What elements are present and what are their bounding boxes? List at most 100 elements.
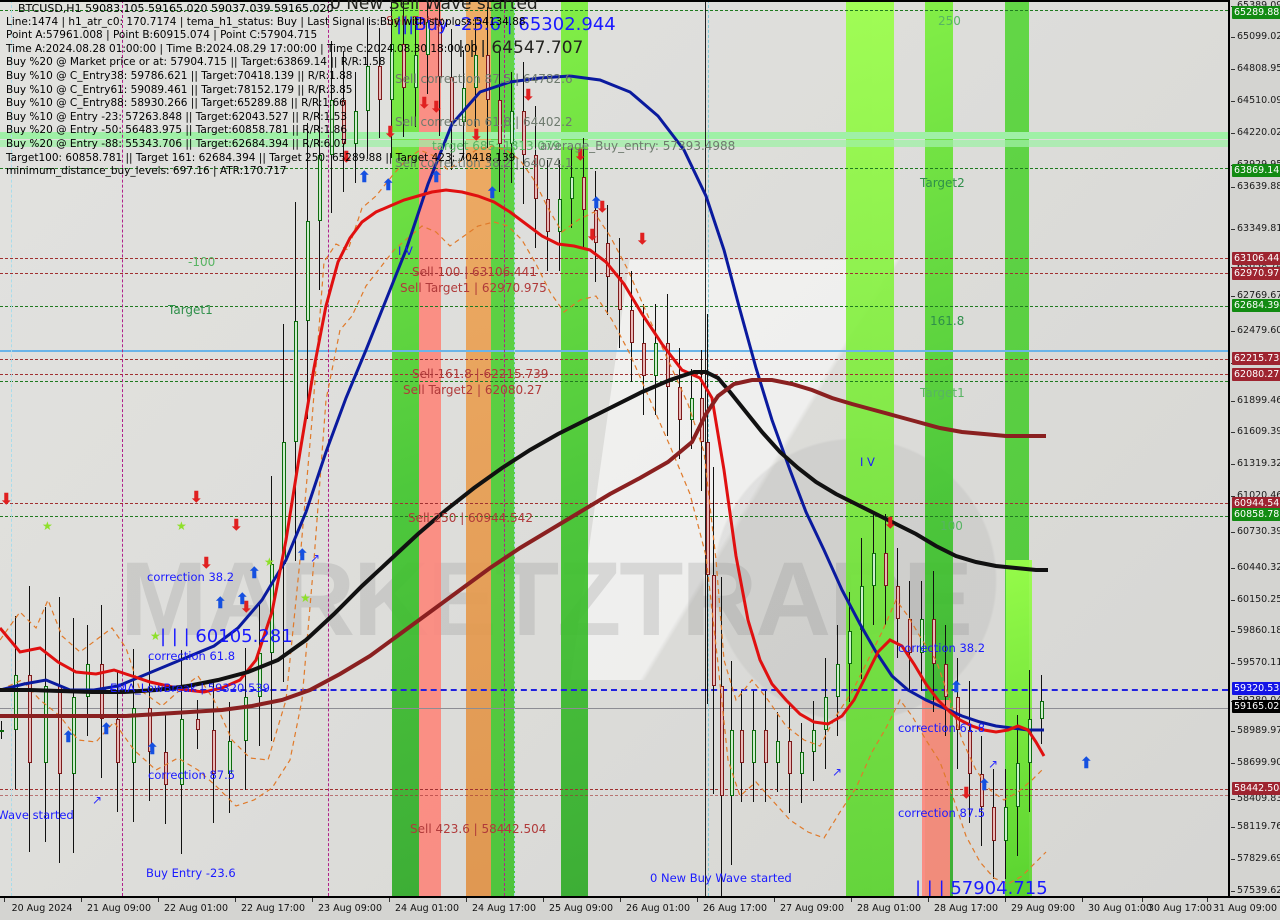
level-line-62215 xyxy=(0,359,1228,360)
sell-signal-arrow-icon: ⬇ xyxy=(586,227,599,244)
level-line-58442 xyxy=(0,789,1228,790)
time-axis[interactable]: 20 Aug 2024 21 Aug 09:00 22 Aug 01:00 22 Au… xyxy=(0,896,1280,920)
price-tick: 58699.900 xyxy=(1230,757,1280,768)
candle xyxy=(212,681,216,823)
candle xyxy=(836,624,840,736)
price-tag-red[interactable]: 58442.504 xyxy=(1232,782,1280,795)
buy-signal-arrow-icon: ⬆ xyxy=(214,595,227,612)
candle xyxy=(1004,768,1008,880)
candle xyxy=(700,349,704,492)
annotation-sell-100: Sell 100 | 63106.441 xyxy=(412,265,537,279)
candle xyxy=(800,723,804,804)
price-tick: 58119.760 xyxy=(1230,821,1280,832)
candle xyxy=(44,607,48,842)
price-tag-red[interactable]: 62215.739 xyxy=(1232,352,1280,365)
price-tag-green[interactable]: 63869.140 xyxy=(1232,164,1280,177)
info-row-6: Buy %10 @ C_Entry88: 58930.266 || Target… xyxy=(6,97,346,110)
price-tag-red[interactable]: 63106.441 xyxy=(1232,252,1280,265)
info-row-2: Time A:2024.08.28 01:00:00 | Time B:2024… xyxy=(6,42,478,55)
candle xyxy=(740,691,744,802)
info-row-11: minimum_distance_buy_levels: 697.16 | AT… xyxy=(6,165,287,178)
price-tag-red[interactable]: 62080.273 xyxy=(1232,368,1280,381)
time-tick xyxy=(4,898,5,902)
trend-arrow-icon: ↗ xyxy=(988,757,999,771)
time-label: 29 Aug 09:00 xyxy=(1010,903,1076,914)
price-tag-black[interactable]: 59165.020 xyxy=(1232,700,1280,713)
time-label: 26 Aug 01:00 xyxy=(625,903,691,914)
time-tick xyxy=(774,898,775,902)
candle xyxy=(752,691,756,802)
price-tag-red[interactable]: 62970.975 xyxy=(1232,267,1280,280)
candle xyxy=(992,768,996,880)
candle xyxy=(630,271,634,382)
time-tick xyxy=(1082,898,1083,902)
candle xyxy=(1028,670,1032,812)
price-tick: 64510.090 xyxy=(1230,95,1280,106)
info-rows: Line:1474 | h1_atr_c0: 170.7174 | tema_h… xyxy=(4,16,526,179)
annotation-buy-wave-started-left: 0 New Buy Wave started xyxy=(0,808,74,822)
time-label: 31 Aug 09:00 xyxy=(1212,903,1278,914)
level-line-62970 xyxy=(0,273,1228,274)
candle xyxy=(956,658,960,769)
candle xyxy=(706,314,710,704)
price-tag-green[interactable]: 65289.880 xyxy=(1232,6,1280,19)
star-marker-icon: ★ xyxy=(176,519,187,533)
candle xyxy=(1016,714,1020,857)
price-tick: 63639.880 xyxy=(1230,181,1280,192)
sell-signal-arrow-icon: ⬇ xyxy=(960,785,973,802)
annotation-corr-875-right: correction 87.5 xyxy=(898,806,986,820)
buy-signal-arrow-icon: ⬆ xyxy=(296,547,309,564)
time-tick xyxy=(543,898,544,902)
annotation-neg-100: -100 xyxy=(188,255,216,269)
price-tick: 58989.970 xyxy=(1230,725,1280,736)
time-tick xyxy=(697,898,698,902)
candle xyxy=(196,700,200,749)
info-row-4: Buy %10 @ C_Entry38: 59786.621 || Target… xyxy=(6,69,353,82)
candle xyxy=(606,204,610,316)
candle xyxy=(776,712,780,793)
price-tick: 59570.110 xyxy=(1230,657,1280,668)
time-tick xyxy=(928,898,929,902)
candle xyxy=(14,616,18,789)
chart-info-panel: BTCUSD,H1 59083.105 59165.020 59037.039 … xyxy=(4,2,526,179)
annotation-sell-1618: Sell 161.8 | 62215.739 xyxy=(412,367,549,381)
annotation-ema-lowbreak: EMA_LowBreak | 59320.539 xyxy=(110,681,270,695)
annotation-corr-382-mid: correction 38.2 xyxy=(147,570,235,584)
symbol-ohlc-line: BTCUSD,H1 59083.105 59165.020 59037.039 … xyxy=(18,2,334,15)
annotation-corr-618-right: correction 61.8 xyxy=(898,721,986,735)
info-row-0: Line:1474 | h1_atr_c0: 170.7174 | tema_h… xyxy=(6,15,526,28)
time-tick xyxy=(1207,898,1208,902)
annotation-band-250: 250 xyxy=(938,14,961,28)
buy-signal-arrow-icon: ⬆ xyxy=(100,721,113,738)
annotation-band-target1: Target1 xyxy=(920,386,965,400)
star-marker-icon: ★ xyxy=(300,591,311,605)
candle xyxy=(654,304,658,415)
time-tick xyxy=(389,898,390,902)
candle xyxy=(642,304,646,415)
sell-signal-arrow-icon: ⬇ xyxy=(884,515,897,532)
price-axis[interactable]: 65389.09065099.02064808.95064510.0906422… xyxy=(1228,0,1280,896)
level-line-62080 xyxy=(0,374,1228,375)
info-row-3: Buy %20 @ Market price or at: 57904.715 … xyxy=(6,56,386,69)
candle xyxy=(0,721,4,739)
price-tag-blue[interactable]: 59320.539 xyxy=(1232,682,1280,695)
annotation-new-buy-wave: 0 New Buy Wave started xyxy=(650,871,792,885)
annotation-band-target2: Target2 xyxy=(920,176,965,190)
candle xyxy=(558,160,562,271)
time-label: 21 Aug 09:00 xyxy=(86,903,152,914)
trend-arrow-icon: ↗ xyxy=(310,551,321,565)
candle xyxy=(712,466,716,795)
price-tick: 61609.390 xyxy=(1230,426,1280,437)
time-tick xyxy=(1142,898,1143,902)
cursor-line-blue xyxy=(0,350,1228,352)
time-tick xyxy=(620,898,621,902)
candle xyxy=(546,160,550,271)
buy-signal-arrow-icon: ⬆ xyxy=(950,679,963,696)
price-tag-green[interactable]: 60858.781 xyxy=(1232,508,1280,521)
price-tag-green[interactable]: 62684.394 xyxy=(1232,299,1280,312)
price-tick: 59860.180 xyxy=(1230,625,1280,636)
buy-signal-arrow-icon: ⬆ xyxy=(590,195,603,212)
info-row-9: Buy %20 @ Entry -88: 55343.706 || Target… xyxy=(6,137,348,150)
time-tick xyxy=(312,898,313,902)
level-line-60858 xyxy=(0,516,1228,517)
